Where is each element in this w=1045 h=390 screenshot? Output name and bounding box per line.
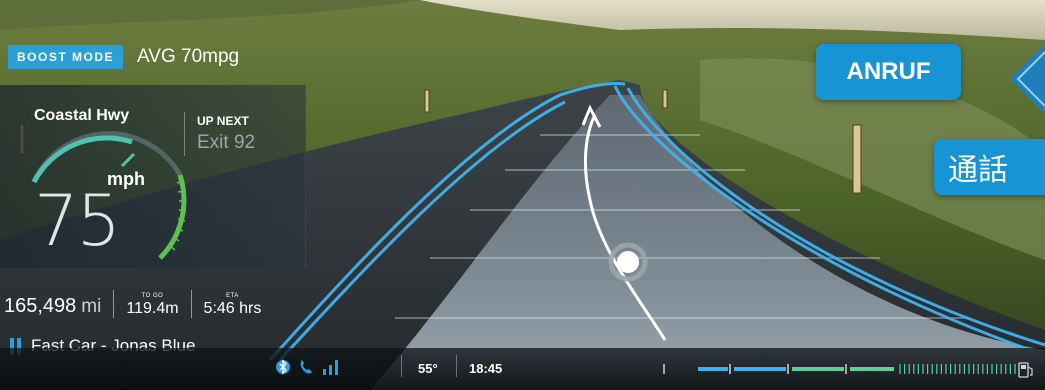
- fuel-segment-1: [698, 367, 728, 371]
- to-go-caption: TO GO: [141, 293, 164, 299]
- gauge-green-arc: [158, 174, 187, 260]
- status-divider: [401, 355, 402, 377]
- connectivity-icons: [276, 358, 342, 376]
- navigation-chevron-icon[interactable]: [990, 44, 1045, 114]
- status-divider: [456, 355, 457, 377]
- stat-divider: [190, 290, 192, 318]
- call-button-de[interactable]: ANRUF: [816, 44, 961, 100]
- to-go-value: 119.4m: [126, 300, 179, 317]
- current-speed: 75: [34, 180, 121, 262]
- trip-stats: 165,498 mi TO GO 119.4m ETA 5:46 hrs: [4, 288, 261, 318]
- current-road: Coastal Hwy: [34, 107, 130, 124]
- phone-icon[interactable]: [298, 358, 314, 376]
- up-next-label: UP NEXT: [197, 114, 249, 128]
- fuel-segment-4: [850, 367, 894, 371]
- distance-to-go: TO GO 119.4m: [126, 293, 178, 318]
- up-next-divider: [184, 112, 185, 156]
- boost-mode-badge[interactable]: BOOST MODE: [8, 45, 124, 69]
- gauge-needle-mark: [120, 152, 136, 168]
- odometer-unit: mi: [81, 296, 102, 317]
- eta: ETA 5:46 hrs: [204, 293, 262, 318]
- average-mileage: AVG 70mpg: [137, 46, 240, 67]
- eta-value: 5:46 hrs: [203, 300, 262, 317]
- fuel-segment-2: [734, 367, 786, 371]
- call-button-jp[interactable]: 通話: [934, 139, 1045, 195]
- fuel-remaining-ticks: [899, 364, 1016, 374]
- signal-bars-icon: [323, 360, 338, 375]
- odometer-value: 165,498: [4, 295, 77, 317]
- eta-caption: ETA: [226, 293, 239, 299]
- fuel-gauge: [663, 362, 1033, 378]
- bluetooth-icon[interactable]: [276, 358, 290, 376]
- fuel-pump-icon: [1018, 362, 1033, 378]
- clock: 18:45: [469, 361, 503, 376]
- up-next-exit: Exit 92: [197, 132, 256, 153]
- fuel-segment-3: [792, 367, 844, 371]
- stat-divider: [113, 290, 115, 318]
- boost-header: BOOST MODE AVG 70mpg: [8, 44, 239, 70]
- outside-temperature: 55°: [418, 361, 438, 376]
